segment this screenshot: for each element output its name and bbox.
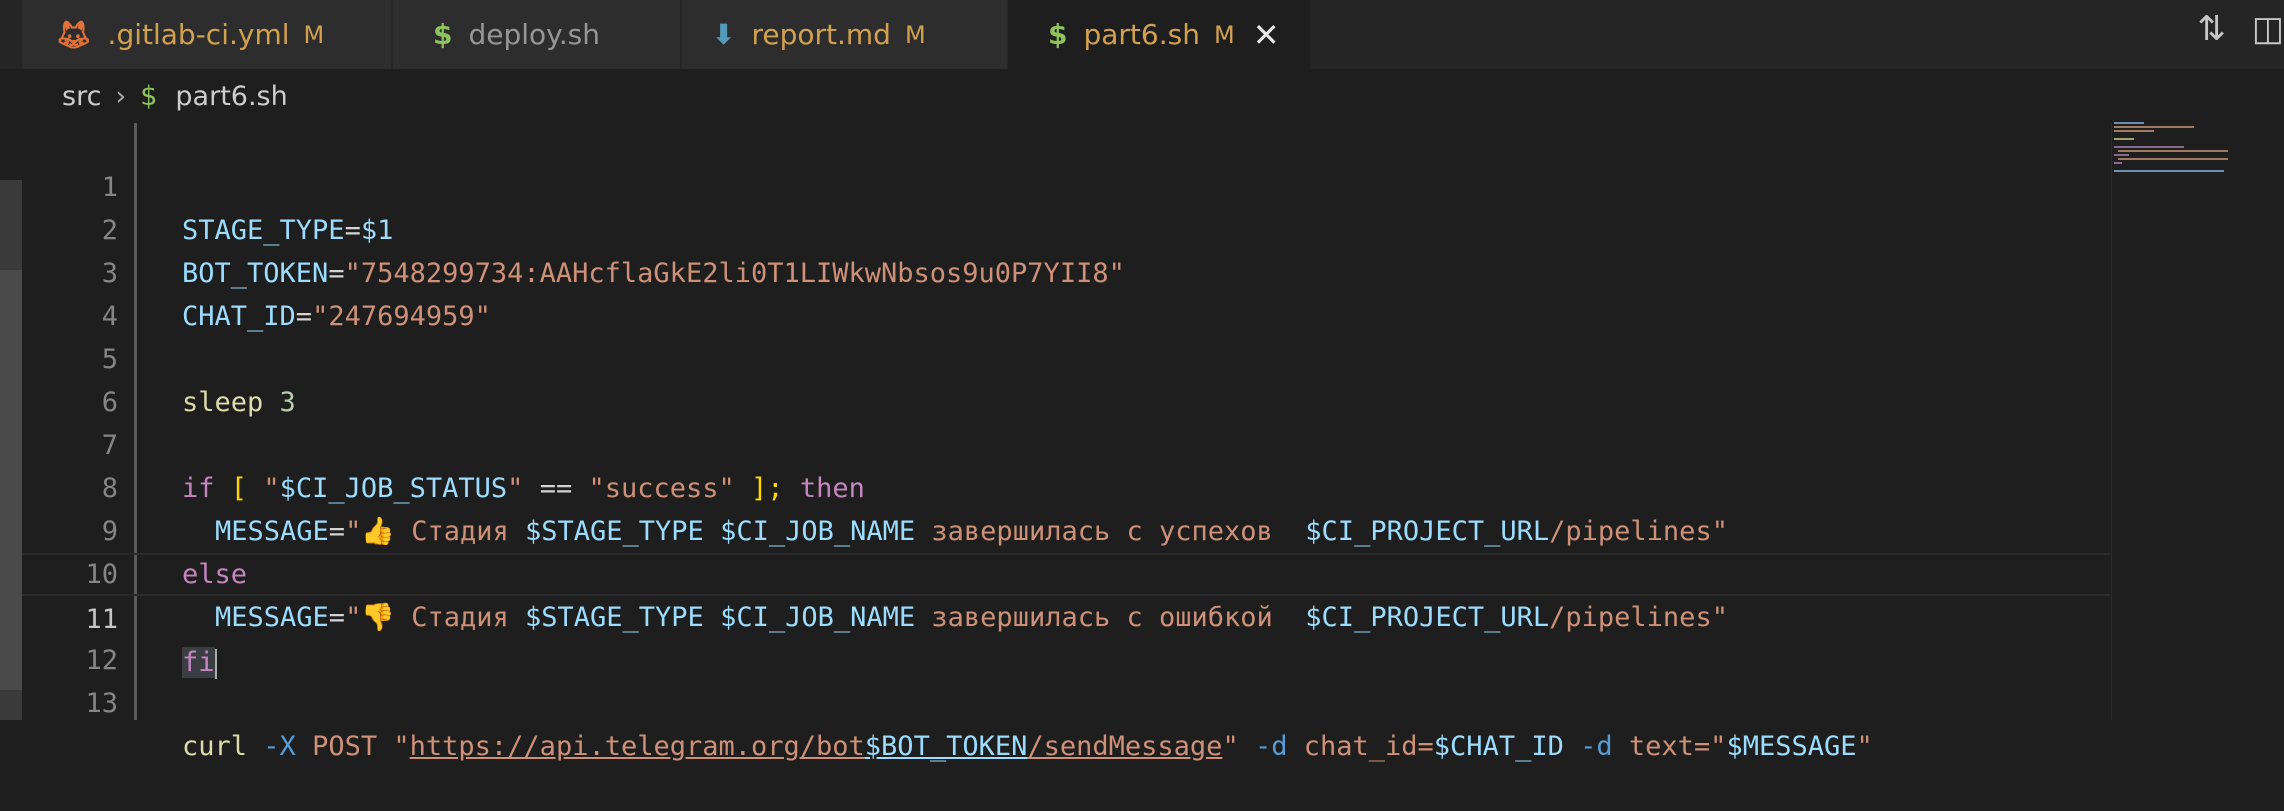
tab-report[interactable]: ⬇ report.md M <box>682 0 1008 69</box>
overview-ruler[interactable] <box>2111 123 2112 720</box>
code-line-11-current: 11 fi <box>22 553 2112 679</box>
line-number: 13 <box>85 688 118 719</box>
modified-indicator: M <box>1213 20 1235 49</box>
close-icon[interactable]: ✕ <box>1253 16 1280 54</box>
tab-label: part6.sh <box>1083 18 1200 51</box>
breadcrumb: src › $ part6.sh <box>0 69 2284 123</box>
url-link[interactable]: /sendMessage <box>1027 731 1222 762</box>
code-line-7: 7 if [ "$CI_JOB_STATUS" == "success" ]; … <box>22 381 2284 504</box>
code-token: -d <box>1254 731 1288 762</box>
tab-label: report.md <box>751 18 891 51</box>
panel-edge-dark <box>0 270 22 690</box>
compare-changes-icon[interactable]: ⇅ <box>2197 9 2226 49</box>
code-line-9: 9 else <box>22 467 2284 590</box>
dollar-icon: $ <box>140 80 158 112</box>
code-line-6: 6 <box>22 338 2284 418</box>
dollar-icon: $ <box>1048 18 1068 51</box>
code-line-4: 4 <box>22 252 2284 332</box>
code-line-13: 13 curl -X POST "https://api.telegram.or… <box>22 639 2284 762</box>
code-token: curl <box>182 731 248 762</box>
code-editor[interactable]: 1 STAGE_TYPE=$1 2 BOT_TOKEN="7548299734:… <box>22 123 2284 762</box>
breadcrumb-file[interactable]: part6.sh <box>175 81 287 112</box>
code-token: " <box>1222 731 1239 762</box>
tab-gitlab-ci[interactable]: 🦊︎ .gitlab-ci.yml M <box>22 0 392 69</box>
modified-indicator: M <box>904 20 926 49</box>
code-line-3: 3 CHAT_ID="247694959" <box>22 209 2284 332</box>
gitlab-icon: 🦊︎ <box>56 18 92 51</box>
code-token: $MESSAGE <box>1726 731 1857 762</box>
markdown-icon: ⬇ <box>712 18 736 51</box>
url-link[interactable]: $BOT_TOKEN <box>865 731 1028 762</box>
code-line-8: 8 MESSAGE="👍 Стадия $STAGE_TYPE $CI_JOB_… <box>22 424 2284 547</box>
modified-indicator: M <box>303 20 325 49</box>
code-token: chat_id= <box>1303 731 1434 762</box>
tab-label: deploy.sh <box>468 18 600 51</box>
code-line-12: 12 <box>22 596 2284 676</box>
breadcrumb-folder[interactable]: src <box>62 81 101 112</box>
chevron-right-icon: › <box>115 80 127 112</box>
code-token: -X <box>263 731 296 762</box>
code-line-2: 2 BOT_TOKEN="7548299734:AAHcflaGkE2li0T1… <box>22 166 2284 289</box>
tab-deploy[interactable]: $ deploy.sh <box>393 0 681 69</box>
code-token: POST <box>312 731 378 762</box>
code-token: text= <box>1628 731 1711 762</box>
code-token: $CHAT_ID <box>1433 731 1564 762</box>
minimap[interactable] <box>2110 120 2230 180</box>
url-link[interactable]: https://api.telegram.org/bot <box>410 731 865 762</box>
tab-part6[interactable]: $ part6.sh M ✕ <box>1008 0 1310 69</box>
code-line-10: 10 MESSAGE="👎 Стадия $STAGE_TYPE $CI_JOB… <box>22 510 2284 633</box>
code-token: " <box>1710 731 1727 762</box>
editor-tab-bar: 🦊︎ .gitlab-ci.yml M $ deploy.sh ⬇ report… <box>0 0 2284 69</box>
tab-label: .gitlab-ci.yml <box>107 18 290 51</box>
code-token: " <box>1856 731 1873 762</box>
code-line-5: 5 sleep 3 <box>22 295 2284 418</box>
split-editor-icon[interactable]: ◫ <box>2252 9 2284 49</box>
code-token: -d <box>1580 731 1613 762</box>
dollar-icon: $ <box>433 18 453 51</box>
editor-actions: ⇅ ◫ <box>2197 0 2284 58</box>
code-line-1: 1 STAGE_TYPE=$1 <box>22 123 2284 246</box>
code-token: " <box>393 731 410 762</box>
